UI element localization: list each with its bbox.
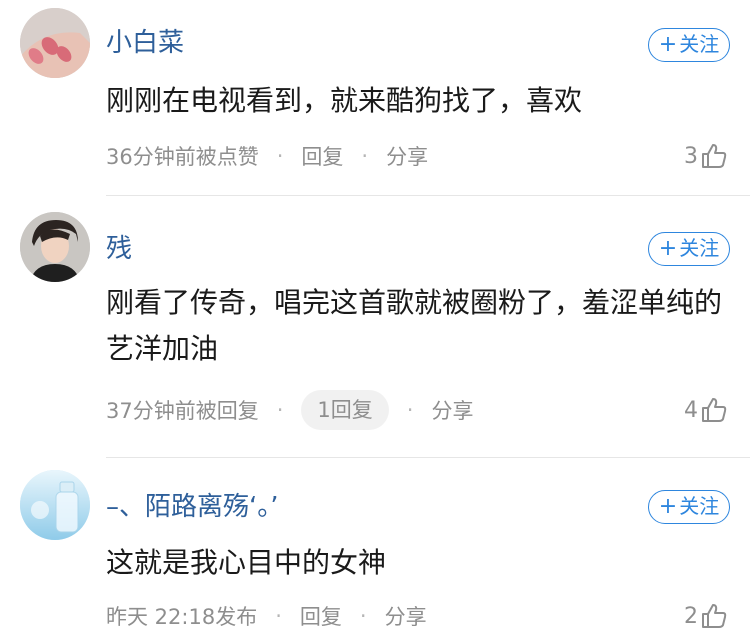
like-count: 2 xyxy=(684,603,698,629)
comment-time: 36分钟前被点赞 xyxy=(106,145,259,169)
avatar-image xyxy=(20,470,90,540)
follow-label: 关注 xyxy=(679,494,720,518)
plus-icon: + xyxy=(658,32,678,57)
separator-dot: · xyxy=(359,604,367,628)
comment-time: 昨天 22:18发布 xyxy=(106,605,258,629)
comment-text: 这就是我心目中的女神 xyxy=(106,546,387,579)
reply-button[interactable]: 回复 xyxy=(301,141,343,171)
comment-item: –、陌路离殇‘。’ + 关注 这就是我心目中的女神 昨天 22:18发布 · 回复… xyxy=(0,458,750,639)
separator-dot: · xyxy=(276,398,284,422)
comment-time: 37分钟前被回复 xyxy=(106,399,259,423)
comment-item: 小白菜 + 关注 刚刚在电视看到，就来酷狗找了，喜欢 36分钟前被点赞 · 回复 … xyxy=(0,0,750,196)
separator-dot: · xyxy=(275,604,282,628)
follow-button[interactable]: + 关注 xyxy=(648,28,730,62)
plus-icon: + xyxy=(658,494,678,519)
like-button[interactable]: 4 xyxy=(684,390,728,430)
avatar[interactable] xyxy=(20,212,90,282)
username[interactable]: –、陌路离殇‘。’ xyxy=(106,490,279,524)
comment-text: 刚刚在电视看到，就来酷狗找了，喜欢 xyxy=(106,84,583,117)
follow-button[interactable]: + 关注 xyxy=(648,490,730,524)
comment-meta: 36分钟前被点赞 · 回复 · 分享 xyxy=(106,136,730,176)
username[interactable]: 小白菜 xyxy=(106,26,184,60)
like-button[interactable]: 2 xyxy=(684,596,728,636)
comment-meta: 昨天 22:18发布 · 回复 · 分享 xyxy=(106,596,730,636)
reply-button[interactable]: 1回复 xyxy=(301,390,389,430)
share-button[interactable]: 分享 xyxy=(431,395,473,425)
thumbs-up-icon xyxy=(702,604,727,628)
thumbs-up-icon xyxy=(702,144,727,168)
avatar[interactable] xyxy=(20,470,90,540)
share-button[interactable]: 分享 xyxy=(386,141,428,171)
like-button[interactable]: 3 xyxy=(684,136,728,176)
plus-icon: + xyxy=(658,236,678,261)
share-button[interactable]: 分享 xyxy=(385,601,427,631)
reply-button[interactable]: 回复 xyxy=(300,601,342,631)
follow-label: 关注 xyxy=(679,236,720,260)
separator-dot: · xyxy=(406,398,414,422)
follow-button[interactable]: + 关注 xyxy=(648,232,730,266)
follow-label: 关注 xyxy=(679,32,720,56)
separator-dot: · xyxy=(276,144,284,168)
username[interactable]: 残 xyxy=(106,232,132,266)
avatar-image xyxy=(20,8,90,78)
like-count: 4 xyxy=(684,397,698,423)
avatar-image xyxy=(20,212,90,282)
avatar[interactable] xyxy=(20,8,90,78)
thumbs-up-icon xyxy=(702,398,727,422)
like-count: 3 xyxy=(684,143,698,169)
comment-meta: 37分钟前被回复 · 1回复 · 分享 xyxy=(106,390,730,430)
separator-dot: · xyxy=(361,144,369,168)
comment-text: 刚看了传奇，唱完这首歌就被圈粉了，羞涩单纯的艺洋加油 xyxy=(106,286,723,365)
comment-item: 残 + 关注 刚看了传奇，唱完这首歌就被圈粉了，羞涩单纯的艺洋加油 37分钟前被回… xyxy=(0,196,750,458)
